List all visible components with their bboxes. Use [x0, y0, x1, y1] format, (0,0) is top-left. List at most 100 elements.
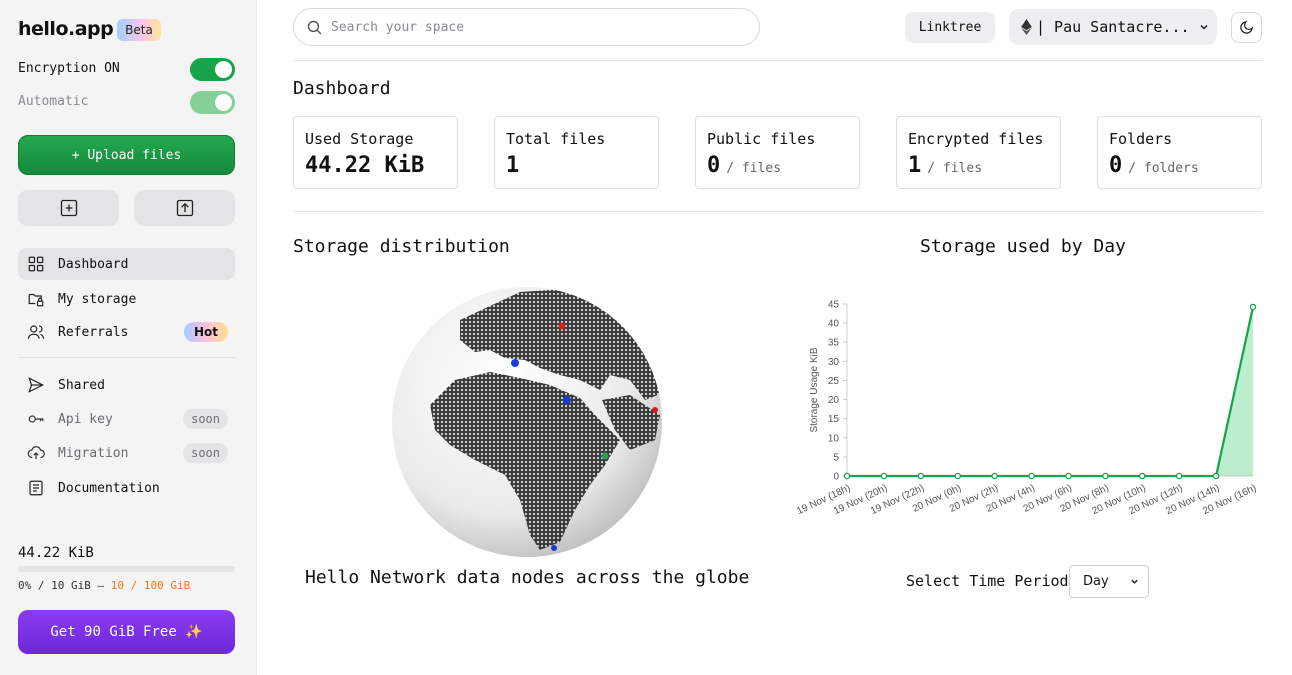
series-line	[847, 306, 1255, 478]
send-icon	[26, 375, 46, 395]
stat-label: Public files	[707, 130, 816, 148]
beta-badge: Beta	[117, 19, 161, 41]
sidebar-item-label: Migration	[58, 445, 129, 461]
stat-value: 44.22 KiB	[305, 153, 425, 178]
sidebar-item-migration[interactable]: Migration soon	[18, 437, 235, 469]
sidebar-item-referrals[interactable]: Referrals Hot	[18, 316, 235, 348]
theme-toggle-button[interactable]	[1231, 12, 1262, 43]
storage-used-value: 44.22 KiB	[18, 545, 94, 561]
node-marker	[601, 452, 609, 460]
sidebar-item-label: Shared	[58, 377, 105, 393]
node-marker	[563, 396, 571, 404]
stat-card-total-files: Total files 1	[494, 116, 659, 189]
period-selected-value: Day	[1083, 574, 1109, 589]
search-icon	[307, 20, 322, 34]
folder-plus-icon	[60, 199, 77, 217]
period-select[interactable]: Day	[1069, 565, 1149, 598]
globe-caption: Hello Network data nodes across the glob…	[305, 567, 750, 588]
storage-distribution-title: Storage distribution	[293, 236, 510, 257]
y-tick-label: 10	[828, 433, 840, 444]
data-point	[954, 472, 961, 480]
sidebar-item-documentation[interactable]: Documentation	[18, 472, 235, 504]
y-tick-label: 15	[828, 414, 840, 425]
node-marker	[558, 322, 566, 330]
node-marker	[551, 545, 557, 551]
folder-lock-icon	[26, 289, 46, 309]
sidebar-item-shared[interactable]: Shared	[18, 369, 235, 401]
cloud-upload-icon	[26, 443, 46, 463]
encryption-label: Encryption ON	[18, 61, 120, 76]
stat-unit: / folders	[1128, 161, 1199, 176]
y-tick-label: 25	[828, 376, 840, 387]
data-point	[1175, 472, 1183, 480]
upload-files-button[interactable]: + Upload files	[18, 135, 235, 175]
sidebar-item-label: Api key	[58, 411, 113, 427]
users-icon	[26, 322, 46, 342]
stat-card-public-files: Public files 0/ files	[695, 116, 860, 189]
sidebar-item-label: Dashboard	[58, 256, 129, 272]
stat-value: 0/ files	[707, 153, 782, 178]
stat-label: Total files	[506, 130, 606, 148]
app-logo[interactable]: hello.app	[18, 18, 114, 40]
stat-card-used-storage: Used Storage 44.22 KiB	[293, 116, 458, 189]
grid-icon	[26, 254, 46, 274]
data-point	[1028, 472, 1035, 480]
stat-label: Encrypted files	[908, 130, 1044, 148]
wallet-dropdown[interactable]: | Pau Santacre...	[1009, 9, 1217, 45]
page-title: Dashboard	[293, 78, 391, 99]
soon-badge: soon	[183, 443, 228, 463]
data-point	[1139, 472, 1146, 480]
search-input[interactable]	[331, 19, 731, 35]
stat-value: 1/ files	[908, 153, 983, 178]
y-tick-label: 35	[828, 338, 840, 349]
y-tick-label: 30	[828, 357, 840, 368]
sidebar-item-my-storage[interactable]: My storage	[18, 283, 235, 315]
automatic-label: Automatic	[18, 94, 89, 109]
upload-folder-button[interactable]	[134, 190, 235, 226]
sidebar-item-api-key[interactable]: Api key soon	[18, 403, 235, 435]
data-point	[843, 472, 851, 480]
wallet-address: | Pau Santacre...	[1036, 18, 1190, 36]
sidebar: hello.app Beta Encryption ON Automatic +…	[0, 0, 257, 675]
data-point	[1249, 303, 1257, 311]
data-point	[1102, 472, 1109, 480]
key-icon	[26, 409, 46, 429]
toggle-knob	[215, 61, 232, 78]
search-bar[interactable]	[293, 8, 760, 46]
data-point	[991, 472, 998, 480]
stat-value: 0/ folders	[1109, 153, 1199, 178]
document-icon	[26, 478, 46, 498]
sidebar-item-dashboard[interactable]: Dashboard	[18, 248, 235, 280]
quota-highlight: 10 / 100 GiB	[110, 579, 191, 592]
header-divider	[293, 60, 1262, 61]
node-marker	[511, 359, 519, 367]
storage-quota-line: 0% / 10 GiB – 10 / 100 GiB	[18, 579, 190, 592]
moon-icon	[1240, 21, 1253, 34]
stat-label: Used Storage	[305, 130, 414, 148]
get-free-storage-button[interactable]: Get 90 GiB Free ✨	[18, 610, 235, 654]
storage-usage-chart: 0 5 10 15 20 25 30 35 40 45 Storage Usage KiB 19 No…	[790, 290, 1270, 535]
stat-unit: / files	[726, 161, 782, 176]
globe-visual[interactable]	[380, 280, 670, 565]
y-tick-label: 20	[828, 395, 840, 406]
y-tick-label: 5	[833, 452, 839, 463]
stat-label: Folders	[1109, 130, 1173, 148]
new-folder-button[interactable]	[18, 190, 119, 226]
data-point	[1212, 472, 1220, 480]
soon-badge: soon	[183, 409, 228, 429]
data-point	[917, 472, 925, 480]
stat-card-encrypted-files: Encrypted files 1/ files	[896, 116, 1061, 189]
automatic-toggle[interactable]	[190, 91, 235, 114]
encryption-toggle[interactable]	[190, 58, 235, 81]
series-area	[847, 306, 1253, 476]
storage-used-title: Storage used by Day	[920, 236, 1126, 257]
linktree-button[interactable]: Linktree	[905, 12, 995, 43]
storage-progress-bar	[18, 566, 235, 572]
y-tick-label: 0	[833, 472, 839, 483]
sidebar-item-label: Documentation	[58, 480, 160, 496]
ethereum-icon	[1021, 19, 1032, 35]
data-point	[1065, 472, 1072, 480]
stat-value: 1	[506, 153, 520, 178]
data-point	[880, 472, 888, 480]
stat-card-folders: Folders 0/ folders	[1097, 116, 1262, 189]
